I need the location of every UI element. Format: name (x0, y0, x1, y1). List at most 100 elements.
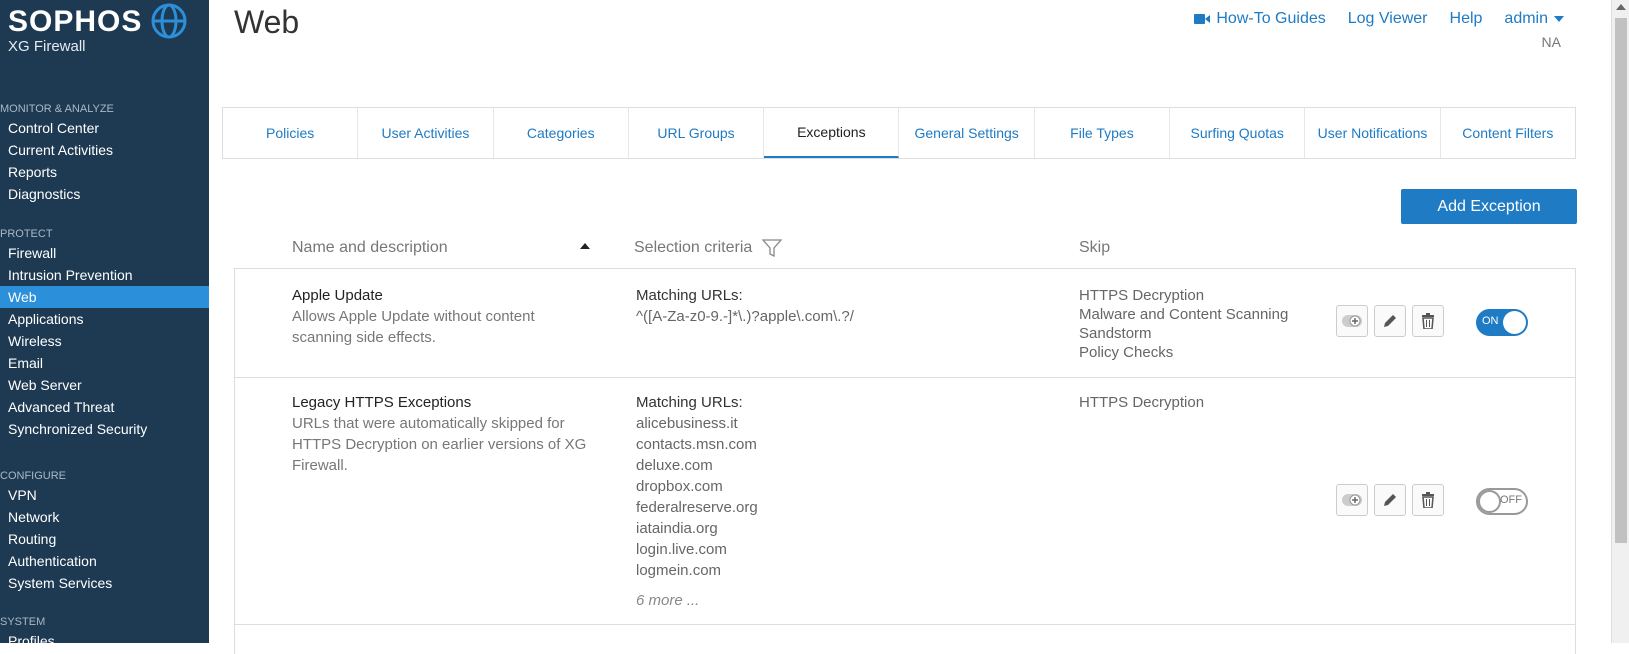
exception-name: Apple Update (292, 287, 383, 304)
nav-section-system: SYSTEM Profiles (0, 614, 209, 643)
matching-url: login.live.com (636, 541, 727, 558)
exception-name: Legacy HTTPS Exceptions (292, 394, 472, 411)
column-header-criteria: Selection criteria (634, 239, 783, 257)
scroll-up-icon[interactable] (1616, 4, 1626, 10)
exception-description: Allows Apple Update without content scan… (292, 308, 535, 346)
skip-item: Malware and Content Scanning (1079, 306, 1289, 323)
admin-label: admin (1504, 10, 1548, 27)
sidebar-item-control-center[interactable]: Control Center (0, 117, 209, 139)
add-exception-button[interactable]: Add Exception (1401, 189, 1577, 224)
sidebar-item-applications[interactable]: Applications (0, 308, 209, 330)
skip-list: HTTPS Decryption Malware and Content Sca… (1079, 286, 1329, 362)
tab-general-settings[interactable]: General Settings (899, 108, 1035, 158)
help-link[interactable]: Help (1450, 10, 1483, 28)
tab-policies[interactable]: Policies (223, 108, 359, 158)
sidebar-item-routing[interactable]: Routing (0, 528, 209, 550)
vertical-scrollbar[interactable] (1611, 0, 1629, 643)
sidebar-item-advanced-threat[interactable]: Advanced Threat (0, 396, 209, 418)
tab-user-activities[interactable]: User Activities (358, 108, 494, 158)
nav-section-protect: PROTECT Firewall Intrusion Prevention We… (0, 226, 209, 440)
how-to-guides-link[interactable]: How-To Guides (1194, 10, 1326, 28)
delete-button[interactable] (1412, 484, 1444, 516)
column-header-name-label: Name and description (292, 239, 448, 256)
trash-icon (1422, 492, 1434, 508)
matching-url: iataindia.org (636, 520, 718, 537)
enable-toggle[interactable]: OFF (1476, 488, 1528, 515)
column-header-skip: Skip (1079, 239, 1110, 257)
pencil-icon (1384, 494, 1396, 506)
criteria-label: Matching URLs: (636, 287, 743, 304)
tab-user-notifications[interactable]: User Notifications (1305, 108, 1441, 158)
tab-exceptions[interactable]: Exceptions (764, 108, 900, 158)
nav-section-configure: CONFIGURE VPN Network Routing Authentica… (0, 468, 209, 594)
tab-content-filters[interactable]: Content Filters (1441, 108, 1575, 158)
caret-down-icon (1554, 16, 1564, 22)
sidebar-item-email[interactable]: Email (0, 352, 209, 374)
matching-url: contacts.msn.com (636, 436, 757, 453)
filter-icon[interactable] (762, 239, 783, 257)
sidebar-item-web-server[interactable]: Web Server (0, 374, 209, 396)
table-row: Apple Update Allows Apple Update without… (234, 268, 1576, 378)
product-name: XG Firewall (8, 38, 86, 55)
edit-button[interactable] (1374, 305, 1406, 337)
add-toggle-icon (1342, 315, 1362, 327)
matching-url: logmein.com (636, 562, 722, 579)
skip-item: HTTPS Decryption (1079, 394, 1205, 411)
pencil-icon (1384, 315, 1396, 327)
sidebar-item-firewall[interactable]: Firewall (0, 242, 209, 264)
sidebar-item-system-services[interactable]: System Services (0, 572, 209, 594)
sidebar-item-synchronized-security[interactable]: Synchronized Security (0, 418, 209, 440)
tab-categories[interactable]: Categories (494, 108, 629, 158)
skip-item: Sandstorm (1079, 325, 1152, 342)
sidebar-item-diagnostics[interactable]: Diagnostics (0, 183, 209, 205)
column-header-name[interactable]: Name and description (292, 239, 448, 257)
sidebar-item-authentication[interactable]: Authentication (0, 550, 209, 572)
sidebar-item-intrusion-prevention[interactable]: Intrusion Prevention (0, 264, 209, 286)
top-links: How-To Guides Log Viewer Help admin (1194, 10, 1564, 28)
clone-button[interactable] (1336, 484, 1368, 516)
sidebar-item-current-activities[interactable]: Current Activities (0, 139, 209, 161)
sidebar-item-network[interactable]: Network (0, 506, 209, 528)
sidebar-item-reports[interactable]: Reports (0, 161, 209, 183)
toggle-knob (1478, 490, 1501, 513)
matching-url: alicebusiness.it (636, 415, 738, 432)
show-more-link[interactable]: 6 more ... (636, 590, 1056, 611)
sidebar-item-vpn[interactable]: VPN (0, 484, 209, 506)
skip-list: HTTPS Decryption (1079, 393, 1329, 412)
skip-item: Policy Checks (1079, 344, 1174, 361)
admin-menu[interactable]: admin (1504, 10, 1564, 28)
logo: SOPHOS XG Firewall (8, 4, 142, 55)
exception-description: URLs that were automatically skipped for… (292, 415, 587, 474)
nav-heading: SYSTEM (0, 616, 46, 628)
enable-toggle[interactable]: ON (1476, 309, 1528, 336)
user-subtitle: NA (1541, 34, 1561, 50)
table-row: Legacy HTTPS Exceptions URLs that were a… (234, 377, 1576, 625)
scroll-thumb[interactable] (1615, 18, 1627, 543)
sidebar: SOPHOS XG Firewall MONITOR & ANALYZE Con… (0, 0, 209, 643)
log-viewer-link[interactable]: Log Viewer (1348, 10, 1428, 28)
trash-icon (1422, 313, 1434, 329)
how-to-guides-label: How-To Guides (1216, 10, 1326, 27)
sort-ascending-icon[interactable] (580, 243, 590, 249)
brand-name: SOPHOS (8, 5, 143, 38)
edit-button[interactable] (1374, 484, 1406, 516)
tab-surfing-quotas[interactable]: Surfing Quotas (1170, 108, 1306, 158)
toggle-state-label: OFF (1500, 494, 1522, 506)
sidebar-item-wireless[interactable]: Wireless (0, 330, 209, 352)
selection-criteria: Matching URLs: alicebusiness.it contacts… (636, 392, 1056, 611)
matching-url: federalreserve.org (636, 499, 758, 516)
nav-heading: PROTECT (0, 228, 53, 240)
matching-url: dropbox.com (636, 478, 723, 495)
sidebar-item-profiles[interactable]: Profiles (0, 630, 209, 643)
globe-icon (151, 3, 187, 39)
video-camera-icon (1194, 14, 1211, 24)
tab-url-groups[interactable]: URL Groups (629, 108, 765, 158)
tab-file-types[interactable]: File Types (1035, 108, 1171, 158)
clone-button[interactable] (1336, 305, 1368, 337)
sidebar-item-web[interactable]: Web (0, 286, 209, 308)
matching-url: ^([A-Za-z0-9.-]*\.)?apple\.com\.?/ (636, 308, 854, 325)
add-toggle-icon (1342, 494, 1362, 506)
exception-name-desc: Apple Update Allows Apple Update without… (292, 285, 592, 348)
toggle-knob (1503, 311, 1526, 334)
delete-button[interactable] (1412, 305, 1444, 337)
